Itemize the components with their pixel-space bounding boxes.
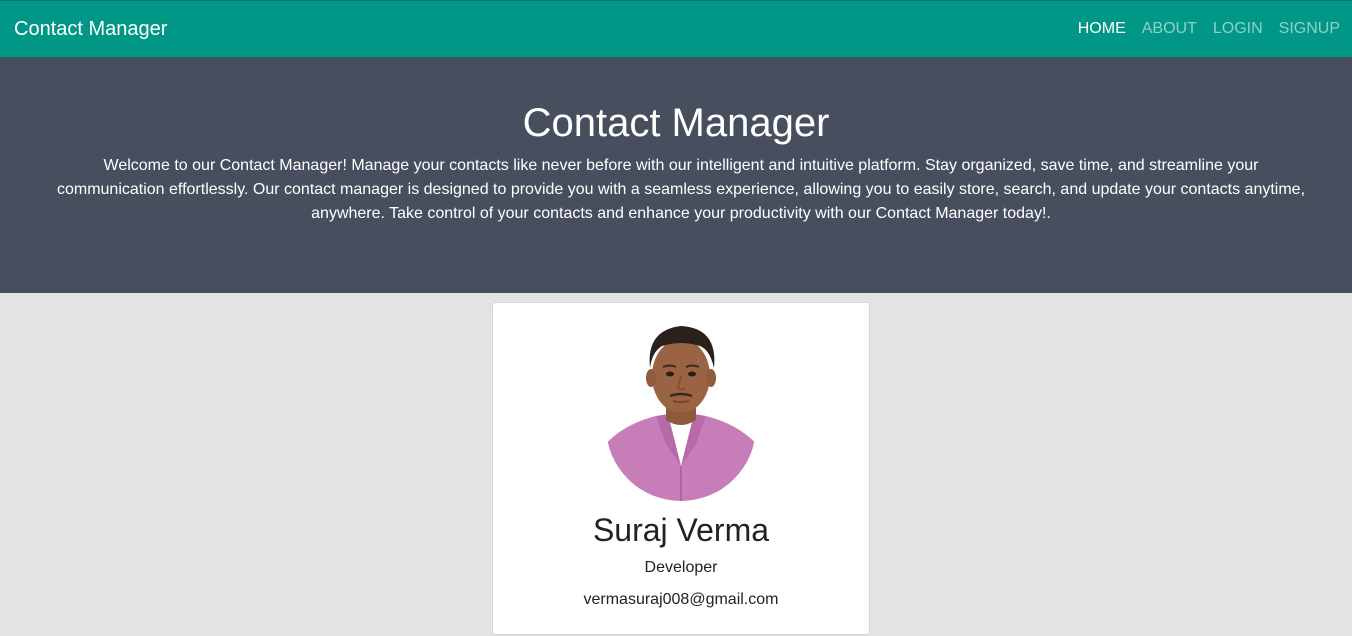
nav-link-home[interactable]: HOME [1078,19,1126,39]
navbar: Contact Manager HOME ABOUT LOGIN SIGNUP [0,0,1352,57]
hero-title: Contact Manager [522,101,830,145]
hero-description: Welcome to our Contact Manager! Manage y… [56,157,1306,222]
profile-email: vermasuraj008@gmail.com [583,591,779,608]
profile-photo [606,316,756,501]
nav-links: HOME ABOUT LOGIN SIGNUP [1078,19,1340,39]
profile-role: Developer [644,559,718,576]
profile-name: Suraj Verma [592,512,770,548]
hero-section: Contact Manager Welcome to our Contact M… [0,57,1352,293]
nav-link-login[interactable]: LOGIN [1213,19,1263,39]
profile-card: Suraj Verma Developer vermasuraj008@gmai… [492,302,870,635]
nav-link-about[interactable]: ABOUT [1142,19,1197,39]
navbar-brand[interactable]: Contact Manager [14,17,167,41]
nav-link-signup[interactable]: SIGNUP [1279,19,1340,39]
